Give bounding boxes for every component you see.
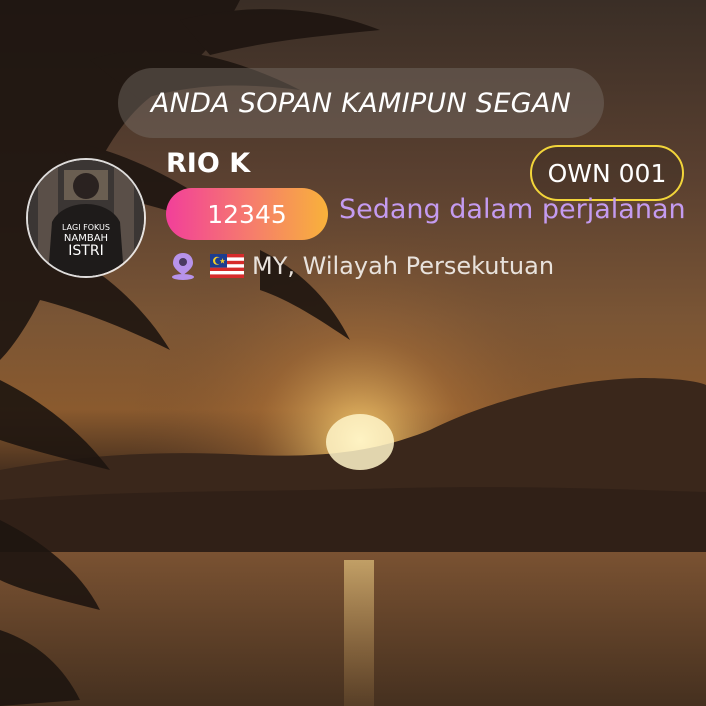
location-text: MY, Wilayah Persekutuan (252, 252, 555, 280)
own-badge-label: OWN 001 (547, 158, 667, 188)
malaysia-flag-icon (210, 254, 244, 278)
avatar-shirt-line-1: LAGI FOKUS (62, 223, 110, 232)
location-pin-icon (172, 253, 194, 280)
user-id-label: 12345 (207, 199, 287, 229)
avatar-shirt-line-3: ISTRI (68, 243, 103, 259)
bio-text: ANDA SOPAN KAMIPUN SEGAN (150, 87, 572, 119)
location-row: MY, Wilayah Persekutuan (170, 248, 554, 284)
avatar[interactable]: LAGI FOKUS NAMBAH ISTRI (26, 158, 146, 278)
profile-screen: ANDA SOPAN KAMIPUN SEGAN LAGI FOKUS NAMB… (0, 0, 706, 706)
bio-bubble: ANDA SOPAN KAMIPUN SEGAN (118, 68, 604, 138)
user-id-pill[interactable]: 12345 (166, 188, 328, 240)
status-text: Sedang dalam perjalanan (339, 194, 686, 225)
username: RIO K (166, 148, 251, 179)
own-badge[interactable]: OWN 001 (530, 145, 684, 201)
avatar-image: LAGI FOKUS NAMBAH ISTRI (28, 160, 144, 276)
